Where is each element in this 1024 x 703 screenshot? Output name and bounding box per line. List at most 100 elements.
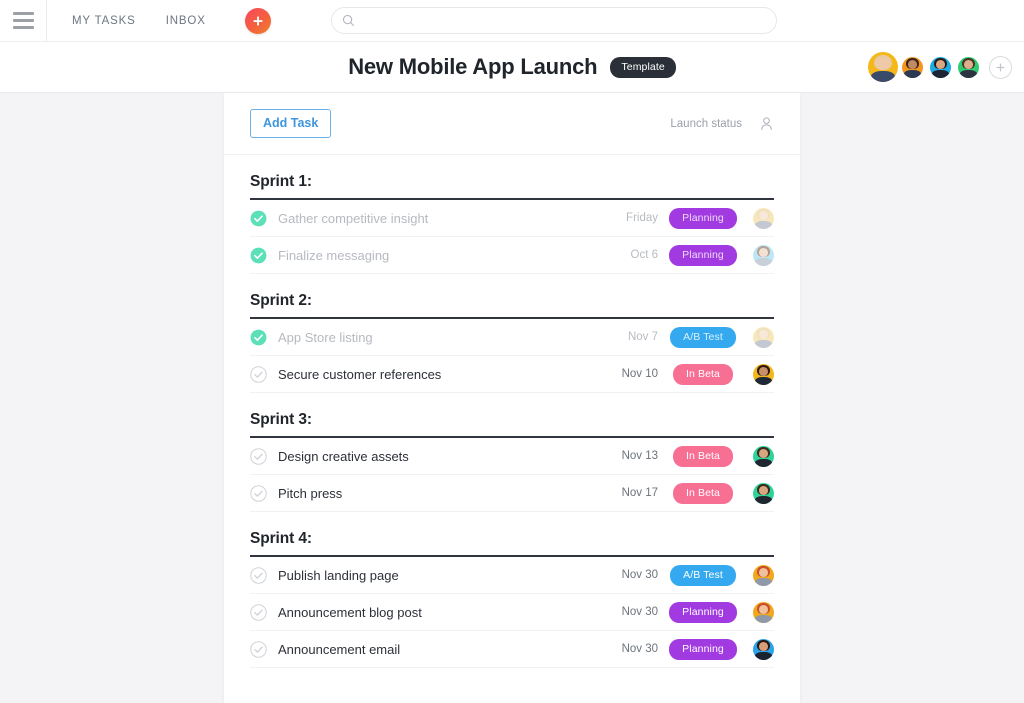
nav-link-inbox[interactable]: INBOX xyxy=(166,15,206,27)
avatar[interactable] xyxy=(866,50,900,84)
task-assignee-cell xyxy=(748,244,774,266)
page-title: New Mobile App Launch xyxy=(348,54,598,79)
task-title[interactable]: Publish landing page xyxy=(278,568,596,583)
plus-icon xyxy=(253,15,263,26)
task-incomplete-icon[interactable] xyxy=(250,447,267,465)
task-incomplete-icon[interactable] xyxy=(250,566,267,584)
task-due-date[interactable]: Nov 7 xyxy=(596,331,658,343)
avatar[interactable] xyxy=(753,601,774,623)
avatar[interactable] xyxy=(900,54,925,80)
task-due-date[interactable]: Friday xyxy=(596,212,658,224)
status-badge[interactable]: In Beta xyxy=(673,445,733,467)
task-row[interactable]: Design creative assets Nov 13 In Beta xyxy=(250,438,774,475)
plus-icon xyxy=(996,62,1005,72)
search-input[interactable] xyxy=(361,13,766,28)
task-incomplete-icon[interactable] xyxy=(250,640,267,658)
add-task-button[interactable]: Add Task xyxy=(250,109,332,138)
avatar-illustration xyxy=(753,207,774,229)
avatar[interactable] xyxy=(928,54,953,80)
sprint-section: Sprint 3: Design creative assets Nov 13 In … xyxy=(224,393,800,512)
task-list-toolbar: Add Task Launch status xyxy=(224,93,800,155)
status-badge[interactable]: Planning xyxy=(669,244,737,266)
avatar[interactable] xyxy=(753,207,774,229)
avatar[interactable] xyxy=(956,54,981,80)
task-complete-icon[interactable] xyxy=(250,329,267,346)
task-status-cell: Planning xyxy=(658,601,748,623)
status-badge[interactable]: A/B Test xyxy=(670,326,736,348)
task-assignee-cell xyxy=(748,207,774,229)
task-due-date[interactable]: Nov 17 xyxy=(596,487,658,499)
task-due-date[interactable]: Nov 30 xyxy=(596,606,658,618)
avatar-illustration xyxy=(753,564,774,586)
avatar-illustration xyxy=(902,56,923,78)
task-due-date[interactable]: Nov 30 xyxy=(596,643,658,655)
template-badge[interactable]: Template xyxy=(610,56,676,78)
task-due-date[interactable]: Oct 6 xyxy=(596,249,658,261)
avatar[interactable] xyxy=(753,363,774,385)
task-status-cell: In Beta xyxy=(658,363,748,385)
task-row[interactable]: Announcement email Nov 30 Planning xyxy=(250,631,774,668)
task-row[interactable]: Gather competitive insight Friday Planning xyxy=(250,200,774,237)
task-complete-icon[interactable] xyxy=(250,210,267,227)
avatar-illustration xyxy=(753,363,774,385)
task-row[interactable]: Finalize messaging Oct 6 Planning xyxy=(250,237,774,274)
task-title[interactable]: Gather competitive insight xyxy=(278,211,596,226)
task-due-date[interactable]: Nov 13 xyxy=(596,450,658,462)
status-badge[interactable]: Planning xyxy=(669,638,737,660)
task-status-cell: In Beta xyxy=(658,482,748,504)
avatar-illustration xyxy=(753,638,774,660)
avatar[interactable] xyxy=(753,564,774,586)
avatar[interactable] xyxy=(753,482,774,504)
task-title[interactable]: App Store listing xyxy=(278,330,596,345)
search-box[interactable] xyxy=(330,7,777,34)
task-title[interactable]: Announcement email xyxy=(278,642,596,657)
search-icon xyxy=(342,14,354,27)
task-title[interactable]: Secure customer references xyxy=(278,367,596,382)
status-badge[interactable]: A/B Test xyxy=(670,564,736,586)
task-complete-icon[interactable] xyxy=(250,247,267,264)
sprint-section-title: Sprint 1: xyxy=(250,155,774,200)
project-header: New Mobile App Launch Template xyxy=(0,42,1024,93)
avatar[interactable] xyxy=(753,326,774,348)
task-list-card: Add Task Launch status Sprint 1: Gather c… xyxy=(224,93,800,703)
page-body: Add Task Launch status Sprint 1: Gather c… xyxy=(0,93,1024,703)
task-incomplete-icon[interactable] xyxy=(250,365,267,383)
sprint-section: Sprint 4: Publish landing page Nov 30 A/B T… xyxy=(224,512,800,668)
task-row[interactable]: Publish landing page Nov 30 A/B Test xyxy=(250,557,774,594)
task-title[interactable]: Announcement blog post xyxy=(278,605,596,620)
launch-status-column-header: Launch status xyxy=(670,117,742,130)
status-badge[interactable]: In Beta xyxy=(673,482,733,504)
avatar[interactable] xyxy=(753,638,774,660)
avatar-illustration xyxy=(958,56,979,78)
task-due-date[interactable]: Nov 30 xyxy=(596,569,658,581)
task-assignee-cell xyxy=(748,326,774,348)
task-title[interactable]: Pitch press xyxy=(278,486,596,501)
avatar-illustration xyxy=(753,244,774,266)
task-incomplete-icon[interactable] xyxy=(250,603,267,621)
task-row[interactable]: Announcement blog post Nov 30 Planning xyxy=(250,594,774,631)
avatar-illustration xyxy=(753,445,774,467)
status-badge[interactable]: In Beta xyxy=(673,363,733,385)
sprint-section-title: Sprint 4: xyxy=(250,512,774,557)
menu-toggle-button[interactable] xyxy=(0,0,47,42)
project-members xyxy=(866,50,1012,84)
task-assignee-cell xyxy=(748,601,774,623)
status-badge[interactable]: Planning xyxy=(669,601,737,623)
add-member-button[interactable] xyxy=(989,55,1012,79)
task-due-date[interactable]: Nov 10 xyxy=(596,368,658,380)
task-incomplete-icon[interactable] xyxy=(250,484,267,502)
task-assignee-cell xyxy=(748,445,774,467)
task-row[interactable]: Secure customer references Nov 10 In Beta xyxy=(250,356,774,393)
task-status-cell: Planning xyxy=(658,207,748,229)
status-badge[interactable]: Planning xyxy=(669,207,737,229)
nav-link-my-tasks[interactable]: MY TASKS xyxy=(72,15,136,27)
sprint-section-title: Sprint 3: xyxy=(250,393,774,438)
task-row[interactable]: Pitch press Nov 17 In Beta xyxy=(250,475,774,512)
task-row[interactable]: App Store listing Nov 7 A/B Test xyxy=(250,319,774,356)
task-title[interactable]: Finalize messaging xyxy=(278,248,596,263)
task-title[interactable]: Design creative assets xyxy=(278,449,596,464)
task-assignee-cell xyxy=(748,482,774,504)
avatar[interactable] xyxy=(753,445,774,467)
avatar[interactable] xyxy=(753,244,774,266)
create-button[interactable] xyxy=(244,7,271,34)
